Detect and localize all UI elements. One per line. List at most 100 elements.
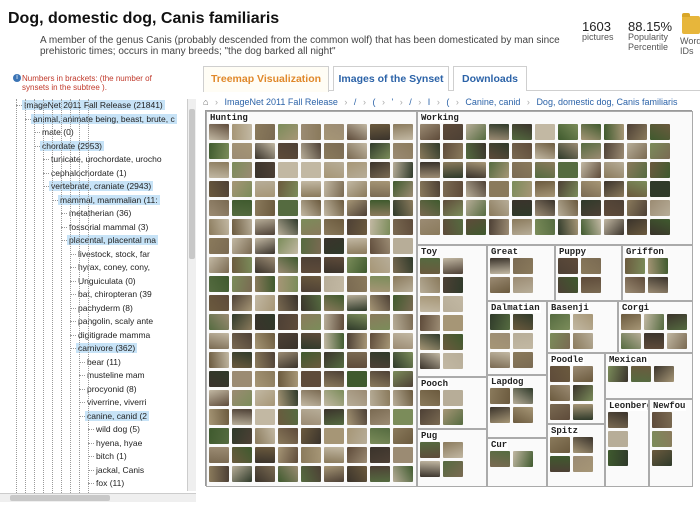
dog-thumbnail[interactable] [490,352,510,368]
dog-thumbnail[interactable] [558,200,578,216]
dog-thumbnail[interactable] [420,442,440,458]
dog-thumbnail[interactable] [255,409,275,425]
dog-thumbnail[interactable] [420,353,440,369]
dog-thumbnail[interactable] [232,238,252,254]
dog-thumbnail[interactable] [512,143,532,159]
dog-thumbnail[interactable] [209,333,229,349]
dog-thumbnail[interactable] [301,219,321,235]
dog-thumbnail[interactable] [604,181,624,197]
dog-thumbnail[interactable] [255,124,275,140]
dog-thumbnail[interactable] [324,181,344,197]
tree-item-label[interactable]: mammal, mammalian (11: [58,194,160,205]
dog-thumbnail[interactable] [550,385,570,401]
dog-thumbnail[interactable] [370,314,390,330]
dog-thumbnail[interactable] [278,219,298,235]
dog-thumbnail[interactable] [255,257,275,273]
dog-thumbnail[interactable] [370,295,390,311]
dog-thumbnail[interactable] [301,295,321,311]
dog-thumbnail[interactable] [667,333,687,349]
dog-thumbnail[interactable] [420,315,440,331]
dog-thumbnail[interactable] [347,409,367,425]
dog-thumbnail[interactable] [255,371,275,387]
treemap-cell-corgi[interactable]: Corgi [618,301,693,353]
dog-thumbnail[interactable] [420,124,440,140]
dog-thumbnail[interactable] [393,390,413,406]
dog-thumbnail[interactable] [558,277,578,293]
dog-thumbnail[interactable] [324,352,344,368]
dog-thumbnail[interactable] [573,366,593,382]
dog-thumbnail[interactable] [393,200,413,216]
dog-thumbnail[interactable] [347,447,367,463]
dog-thumbnail[interactable] [650,200,670,216]
dog-thumbnail[interactable] [512,124,532,140]
dog-thumbnail[interactable] [301,200,321,216]
dog-thumbnail[interactable] [490,258,510,274]
tree-item[interactable]: viverrine, viverri [85,396,187,409]
dog-thumbnail[interactable] [209,352,229,368]
dog-thumbnail[interactable] [209,390,229,406]
dog-thumbnail[interactable] [209,371,229,387]
dog-thumbnail[interactable] [489,162,509,178]
dog-thumbnail[interactable] [347,314,367,330]
dog-thumbnail[interactable] [255,314,275,330]
dog-thumbnail[interactable] [324,428,344,444]
tree-item-label[interactable]: chordate (2953) [40,140,105,151]
dog-thumbnail[interactable] [370,447,390,463]
dog-thumbnail[interactable] [490,451,510,467]
dog-thumbnail[interactable] [393,238,413,254]
dog-thumbnail[interactable] [535,181,555,197]
dog-thumbnail[interactable] [581,200,601,216]
treemap-cell-cur[interactable]: Cur [487,438,547,487]
dog-thumbnail[interactable] [324,314,344,330]
dog-thumbnail[interactable] [608,431,628,447]
dog-thumbnail[interactable] [466,200,486,216]
dog-thumbnail[interactable] [324,276,344,292]
dog-thumbnail[interactable] [581,277,601,293]
dog-thumbnail[interactable] [370,143,390,159]
dog-thumbnail[interactable] [347,390,367,406]
dog-thumbnail[interactable] [209,219,229,235]
dog-thumbnail[interactable] [652,450,672,466]
dog-thumbnail[interactable] [443,442,463,458]
dog-thumbnail[interactable] [489,143,509,159]
dog-thumbnail[interactable] [621,314,641,330]
tree-item-label[interactable]: fox (11) [94,478,126,488]
dog-thumbnail[interactable] [232,295,252,311]
dog-thumbnail[interactable] [393,181,413,197]
dog-thumbnail[interactable] [466,219,486,235]
treemap-cell-griffon[interactable]: Griffon [622,245,693,301]
dog-thumbnail[interactable] [255,276,275,292]
dog-thumbnail[interactable] [420,162,440,178]
treemap-cell-leonberg[interactable]: Leonberg [605,399,649,487]
dog-thumbnail[interactable] [301,352,321,368]
dog-thumbnail[interactable] [604,219,624,235]
dog-thumbnail[interactable] [393,466,413,482]
dog-thumbnail[interactable] [324,124,344,140]
dog-thumbnail[interactable] [535,124,555,140]
tree-item[interactable]: digitigrade mamma [76,329,187,342]
dog-thumbnail[interactable] [370,390,390,406]
dog-thumbnail[interactable] [232,390,252,406]
tab-images[interactable]: Images of the Synset [333,66,449,91]
treemap-cell-spitz[interactable]: Spitz [547,424,605,487]
dog-thumbnail[interactable] [370,124,390,140]
dog-thumbnail[interactable] [581,124,601,140]
tree-horizontal-scrollbar[interactable] [0,493,196,502]
tree-item[interactable]: metatherian (36) [67,207,187,220]
dog-thumbnail[interactable] [278,333,298,349]
tree-item-label[interactable]: bear (11) [85,357,123,367]
dog-thumbnail[interactable] [489,124,509,140]
dog-thumbnail[interactable] [347,371,367,387]
dog-thumbnail[interactable] [255,428,275,444]
dog-thumbnail[interactable] [255,200,275,216]
scroll-thumb[interactable] [10,495,110,501]
treemap-cell-dalmatian[interactable]: Dalmatian [487,301,547,375]
dog-thumbnail[interactable] [209,200,229,216]
dog-thumbnail[interactable] [324,238,344,254]
dog-thumbnail[interactable] [370,371,390,387]
tree-item-label[interactable]: Unguiculata (0) [76,276,138,286]
dog-thumbnail[interactable] [513,407,533,423]
dog-thumbnail[interactable] [490,388,510,404]
dog-thumbnail[interactable] [558,258,578,274]
dog-thumbnail[interactable] [581,162,601,178]
